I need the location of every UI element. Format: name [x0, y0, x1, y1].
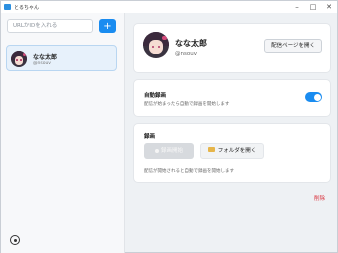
toggle-knob	[313, 93, 321, 101]
start-recording-label: 録画開始	[160, 148, 183, 154]
profile-name: なな太郎	[175, 39, 207, 48]
open-folder-label: フォルダを開く	[217, 148, 257, 154]
app-window: とるちゃん – □ ✕ + なな太郎 @nsouv なな太郎 @nsouv 配信…	[0, 0, 338, 253]
add-channel-button[interactable]: +	[99, 19, 116, 33]
app-icon	[4, 4, 11, 10]
start-recording-button[interactable]: 録画開始	[144, 143, 194, 159]
open-folder-button[interactable]: フォルダを開く	[200, 143, 264, 159]
auto-record-title: 自動録画	[144, 93, 167, 99]
maximize-icon[interactable]: □	[305, 1, 321, 13]
auto-record-description: 配信が始まったら自動で録画を開始します	[144, 102, 230, 107]
profile-handle: @nsouv	[175, 51, 197, 57]
profile-card: なな太郎 @nsouv 配信ページを開く	[133, 23, 331, 73]
url-input[interactable]	[7, 19, 93, 33]
auto-record-card: 自動録画 配信が始まったら自動で録画を開始します	[133, 79, 331, 117]
title-bar: とるちゃん – □ ✕	[1, 1, 337, 13]
minimize-icon[interactable]: –	[289, 1, 305, 13]
channel-name: なな太郎	[33, 54, 58, 61]
sidebar: + なな太郎 @nsouv	[1, 13, 125, 253]
close-icon[interactable]: ✕	[321, 1, 337, 13]
channel-handle: @nsouv	[33, 61, 51, 66]
recording-description: 配信が開始されると自動で録画を開始します	[144, 169, 234, 174]
delete-button[interactable]: 削除	[314, 194, 325, 202]
record-icon	[154, 148, 159, 153]
recording-title: 録画	[144, 134, 156, 140]
window-title: とるちゃん	[14, 4, 40, 11]
folder-icon	[207, 147, 215, 152]
main-panel: なな太郎 @nsouv 配信ページを開く 自動録画 配信が始まったら自動で録画を…	[125, 13, 337, 253]
avatar	[11, 51, 27, 67]
channel-list-item[interactable]: なな太郎 @nsouv	[6, 45, 117, 71]
window-controls: – □ ✕	[289, 1, 337, 13]
profile-avatar	[143, 32, 169, 58]
open-stream-page-button[interactable]: 配信ページを開く	[264, 39, 322, 53]
auto-record-toggle[interactable]	[305, 92, 322, 102]
settings-icon[interactable]	[10, 235, 20, 245]
recording-card: 録画 録画開始 フォルダを開く 配信が開始されると自動で録画を開始します	[133, 123, 331, 183]
